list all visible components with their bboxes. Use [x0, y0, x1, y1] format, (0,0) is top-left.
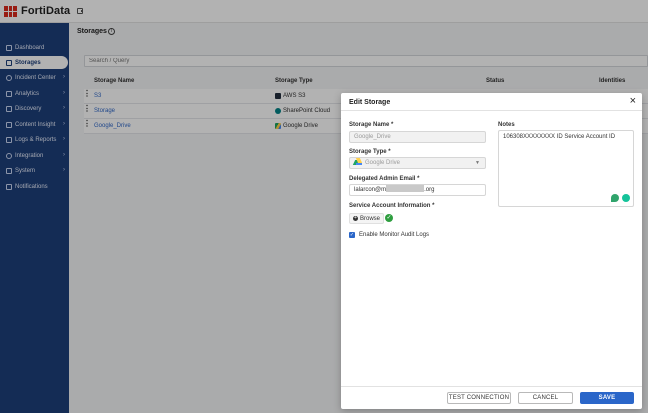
storage-type-value: Google Drive: [365, 160, 401, 166]
browse-button[interactable]: + Browse: [349, 213, 385, 224]
storage-name-field: Google_Drive: [349, 131, 486, 143]
admin-email-prefix: lalarcon@m: [354, 187, 387, 193]
dialog-footer: TEST CONNECTION CANCEL SAVE: [341, 386, 642, 409]
admin-email-label: Delegated Admin Email *: [349, 176, 420, 182]
storage-type-select: Google Drive ▼: [349, 157, 486, 169]
edit-storage-dialog: Edit Storage × Storage Name * Google_Dri…: [341, 93, 642, 409]
google-drive-icon: [352, 158, 363, 165]
storage-name-label: Storage Name *: [349, 122, 394, 128]
grammarly-icon[interactable]: [622, 194, 630, 202]
notes-label: Notes: [498, 122, 515, 128]
redacted-block: [386, 185, 425, 192]
location-pin-icon[interactable]: [611, 194, 619, 202]
storage-name-value: Google_Drive: [354, 134, 391, 140]
chevron-down-icon: ▼: [475, 160, 480, 166]
storage-type-label: Storage Type *: [349, 149, 391, 155]
admin-email-field[interactable]: lalarcon@m .org: [349, 184, 486, 196]
notes-textarea[interactable]: 106308XXXXXXXX ID Service Account ID: [498, 130, 634, 207]
check-circle-icon: ✓: [385, 214, 393, 222]
monitor-audit-label: Enable Monitor Audit Logs: [359, 232, 430, 238]
test-connection-button[interactable]: TEST CONNECTION: [447, 392, 511, 404]
notes-value: 106308XXXXXXXX ID Service Account ID: [503, 134, 616, 140]
save-button[interactable]: SAVE: [580, 392, 634, 404]
close-icon[interactable]: ×: [630, 96, 636, 107]
service-account-label: Service Account Information *: [349, 203, 435, 209]
browse-button-label: Browse: [360, 215, 381, 222]
plus-icon: +: [353, 215, 358, 221]
dialog-title: Edit Storage: [349, 99, 391, 106]
admin-email-suffix: .org: [424, 187, 435, 193]
monitor-audit-checkbox[interactable]: ✓: [349, 232, 355, 238]
cancel-button[interactable]: CANCEL: [518, 392, 573, 404]
dialog-header: Edit Storage ×: [341, 93, 642, 111]
